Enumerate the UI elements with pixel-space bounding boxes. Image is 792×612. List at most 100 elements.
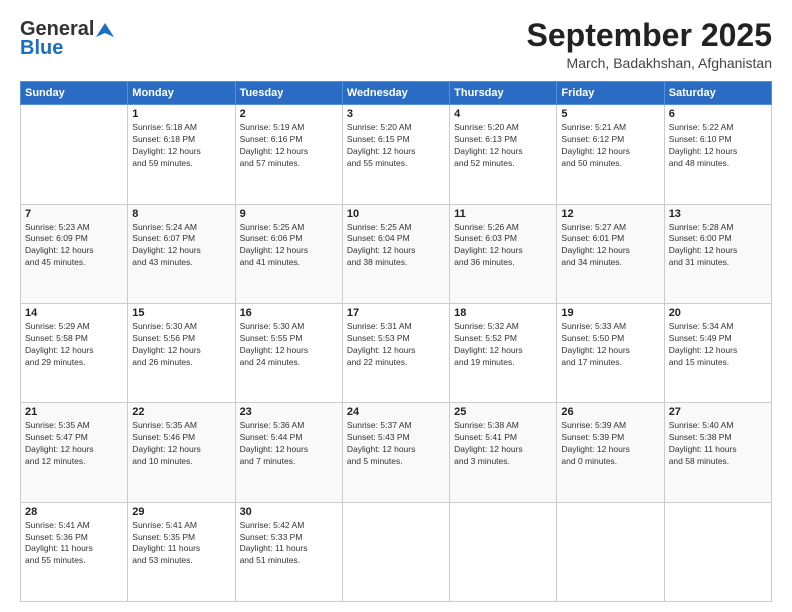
calendar-cell: 24 Sunrise: 5:37 AM Sunset: 5:43 PM Dayli…	[342, 403, 449, 502]
day-info: Sunrise: 5:35 AM Sunset: 5:47 PM Dayligh…	[25, 420, 123, 468]
calendar-cell: 7 Sunrise: 5:23 AM Sunset: 6:09 PM Daylig…	[21, 204, 128, 303]
logo-bird-icon	[96, 21, 114, 39]
calendar-cell: 18 Sunrise: 5:32 AM Sunset: 5:52 PM Dayli…	[450, 303, 557, 402]
day-number: 27	[669, 406, 767, 418]
calendar-cell: 23 Sunrise: 5:36 AM Sunset: 5:44 PM Dayli…	[235, 403, 342, 502]
day-info: Sunrise: 5:26 AM Sunset: 6:03 PM Dayligh…	[454, 222, 552, 270]
calendar-cell: 20 Sunrise: 5:34 AM Sunset: 5:49 PM Dayli…	[664, 303, 771, 402]
weekday-header-thursday: Thursday	[450, 82, 557, 105]
day-number: 16	[240, 307, 338, 319]
day-info: Sunrise: 5:20 AM Sunset: 6:13 PM Dayligh…	[454, 122, 552, 170]
day-info: Sunrise: 5:28 AM Sunset: 6:00 PM Dayligh…	[669, 222, 767, 270]
day-number: 9	[240, 208, 338, 220]
day-number: 25	[454, 406, 552, 418]
day-number: 17	[347, 307, 445, 319]
day-info: Sunrise: 5:23 AM Sunset: 6:09 PM Dayligh…	[25, 222, 123, 270]
day-number: 24	[347, 406, 445, 418]
day-info: Sunrise: 5:41 AM Sunset: 5:36 PM Dayligh…	[25, 520, 123, 568]
calendar-cell	[664, 502, 771, 601]
calendar-cell: 27 Sunrise: 5:40 AM Sunset: 5:38 PM Dayli…	[664, 403, 771, 502]
day-info: Sunrise: 5:25 AM Sunset: 6:04 PM Dayligh…	[347, 222, 445, 270]
calendar-cell	[450, 502, 557, 601]
calendar-table: SundayMondayTuesdayWednesdayThursdayFrid…	[20, 81, 772, 602]
day-number: 5	[561, 108, 659, 120]
day-info: Sunrise: 5:29 AM Sunset: 5:58 PM Dayligh…	[25, 321, 123, 369]
calendar-cell: 8Sunrise: 5:24 AM Sunset: 6:07 PM Daylig…	[128, 204, 235, 303]
calendar-cell: 22 Sunrise: 5:35 AM Sunset: 5:46 PM Dayli…	[128, 403, 235, 502]
calendar-cell: 21Sunrise: 5:35 AM Sunset: 5:47 PM Dayli…	[21, 403, 128, 502]
day-info: Sunrise: 5:42 AM Sunset: 5:33 PM Dayligh…	[240, 520, 338, 568]
calendar-cell: 10 Sunrise: 5:25 AM Sunset: 6:04 PM Dayli…	[342, 204, 449, 303]
day-number: 22	[132, 406, 230, 418]
calendar-cell: 3 Sunrise: 5:20 AM Sunset: 6:15 PM Daylig…	[342, 105, 449, 204]
weekday-header-monday: Monday	[128, 82, 235, 105]
day-number: 10	[347, 208, 445, 220]
day-number: 19	[561, 307, 659, 319]
day-number: 26	[561, 406, 659, 418]
page: General Blue September 2025 March, Badak…	[0, 0, 792, 612]
calendar-cell: 4 Sunrise: 5:20 AM Sunset: 6:13 PM Daylig…	[450, 105, 557, 204]
day-number: 2	[240, 108, 338, 120]
calendar-cell: 15Sunrise: 5:30 AM Sunset: 5:56 PM Dayli…	[128, 303, 235, 402]
day-info: Sunrise: 5:33 AM Sunset: 5:50 PM Dayligh…	[561, 321, 659, 369]
day-info: Sunrise: 5:31 AM Sunset: 5:53 PM Dayligh…	[347, 321, 445, 369]
day-number: 20	[669, 307, 767, 319]
calendar-cell: 6Sunrise: 5:22 AM Sunset: 6:10 PM Daylig…	[664, 105, 771, 204]
calendar-cell: 2Sunrise: 5:19 AM Sunset: 6:16 PM Daylig…	[235, 105, 342, 204]
day-info: Sunrise: 5:20 AM Sunset: 6:15 PM Dayligh…	[347, 122, 445, 170]
calendar-cell: 9 Sunrise: 5:25 AM Sunset: 6:06 PM Daylig…	[235, 204, 342, 303]
header: General Blue September 2025 March, Badak…	[20, 18, 772, 71]
day-number: 3	[347, 108, 445, 120]
week-row-3: 14 Sunrise: 5:29 AM Sunset: 5:58 PM Dayli…	[21, 303, 772, 402]
day-number: 7	[25, 208, 123, 220]
calendar-cell: 29 Sunrise: 5:41 AM Sunset: 5:35 PM Dayli…	[128, 502, 235, 601]
calendar-cell: 14 Sunrise: 5:29 AM Sunset: 5:58 PM Dayli…	[21, 303, 128, 402]
calendar-cell: 1Sunrise: 5:18 AM Sunset: 6:18 PM Daylig…	[128, 105, 235, 204]
day-number: 29	[132, 506, 230, 518]
day-number: 23	[240, 406, 338, 418]
calendar-cell: 26 Sunrise: 5:39 AM Sunset: 5:39 PM Dayli…	[557, 403, 664, 502]
day-info: Sunrise: 5:41 AM Sunset: 5:35 PM Dayligh…	[132, 520, 230, 568]
calendar-cell: 11 Sunrise: 5:26 AM Sunset: 6:03 PM Dayli…	[450, 204, 557, 303]
day-info: Sunrise: 5:38 AM Sunset: 5:41 PM Dayligh…	[454, 420, 552, 468]
calendar-cell	[21, 105, 128, 204]
weekday-header-sunday: Sunday	[21, 82, 128, 105]
day-info: Sunrise: 5:32 AM Sunset: 5:52 PM Dayligh…	[454, 321, 552, 369]
day-number: 8	[132, 208, 230, 220]
title-block: September 2025 March, Badakhshan, Afghan…	[527, 18, 772, 71]
day-info: Sunrise: 5:30 AM Sunset: 5:56 PM Dayligh…	[132, 321, 230, 369]
day-number: 18	[454, 307, 552, 319]
day-info: Sunrise: 5:36 AM Sunset: 5:44 PM Dayligh…	[240, 420, 338, 468]
week-row-4: 21Sunrise: 5:35 AM Sunset: 5:47 PM Dayli…	[21, 403, 772, 502]
calendar-cell: 16Sunrise: 5:30 AM Sunset: 5:55 PM Dayli…	[235, 303, 342, 402]
week-row-2: 7 Sunrise: 5:23 AM Sunset: 6:09 PM Daylig…	[21, 204, 772, 303]
calendar-cell: 19 Sunrise: 5:33 AM Sunset: 5:50 PM Dayli…	[557, 303, 664, 402]
weekday-header-saturday: Saturday	[664, 82, 771, 105]
logo-blue-text: Blue	[20, 37, 63, 60]
day-info: Sunrise: 5:35 AM Sunset: 5:46 PM Dayligh…	[132, 420, 230, 468]
calendar-cell: 5 Sunrise: 5:21 AM Sunset: 6:12 PM Daylig…	[557, 105, 664, 204]
day-number: 12	[561, 208, 659, 220]
weekday-header-tuesday: Tuesday	[235, 82, 342, 105]
day-number: 28	[25, 506, 123, 518]
day-info: Sunrise: 5:21 AM Sunset: 6:12 PM Dayligh…	[561, 122, 659, 170]
day-info: Sunrise: 5:34 AM Sunset: 5:49 PM Dayligh…	[669, 321, 767, 369]
day-number: 4	[454, 108, 552, 120]
weekday-header-wednesday: Wednesday	[342, 82, 449, 105]
day-info: Sunrise: 5:25 AM Sunset: 6:06 PM Dayligh…	[240, 222, 338, 270]
day-number: 11	[454, 208, 552, 220]
calendar-cell: 12Sunrise: 5:27 AM Sunset: 6:01 PM Dayli…	[557, 204, 664, 303]
day-info: Sunrise: 5:40 AM Sunset: 5:38 PM Dayligh…	[669, 420, 767, 468]
calendar-cell	[342, 502, 449, 601]
calendar-cell	[557, 502, 664, 601]
day-number: 14	[25, 307, 123, 319]
calendar-cell: 13Sunrise: 5:28 AM Sunset: 6:00 PM Dayli…	[664, 204, 771, 303]
calendar-cell: 28 Sunrise: 5:41 AM Sunset: 5:36 PM Dayli…	[21, 502, 128, 601]
day-info: Sunrise: 5:39 AM Sunset: 5:39 PM Dayligh…	[561, 420, 659, 468]
calendar-header-row: SundayMondayTuesdayWednesdayThursdayFrid…	[21, 82, 772, 105]
day-info: Sunrise: 5:22 AM Sunset: 6:10 PM Dayligh…	[669, 122, 767, 170]
calendar-cell: 30Sunrise: 5:42 AM Sunset: 5:33 PM Dayli…	[235, 502, 342, 601]
day-info: Sunrise: 5:37 AM Sunset: 5:43 PM Dayligh…	[347, 420, 445, 468]
week-row-1: 1Sunrise: 5:18 AM Sunset: 6:18 PM Daylig…	[21, 105, 772, 204]
location: March, Badakhshan, Afghanistan	[527, 55, 772, 71]
